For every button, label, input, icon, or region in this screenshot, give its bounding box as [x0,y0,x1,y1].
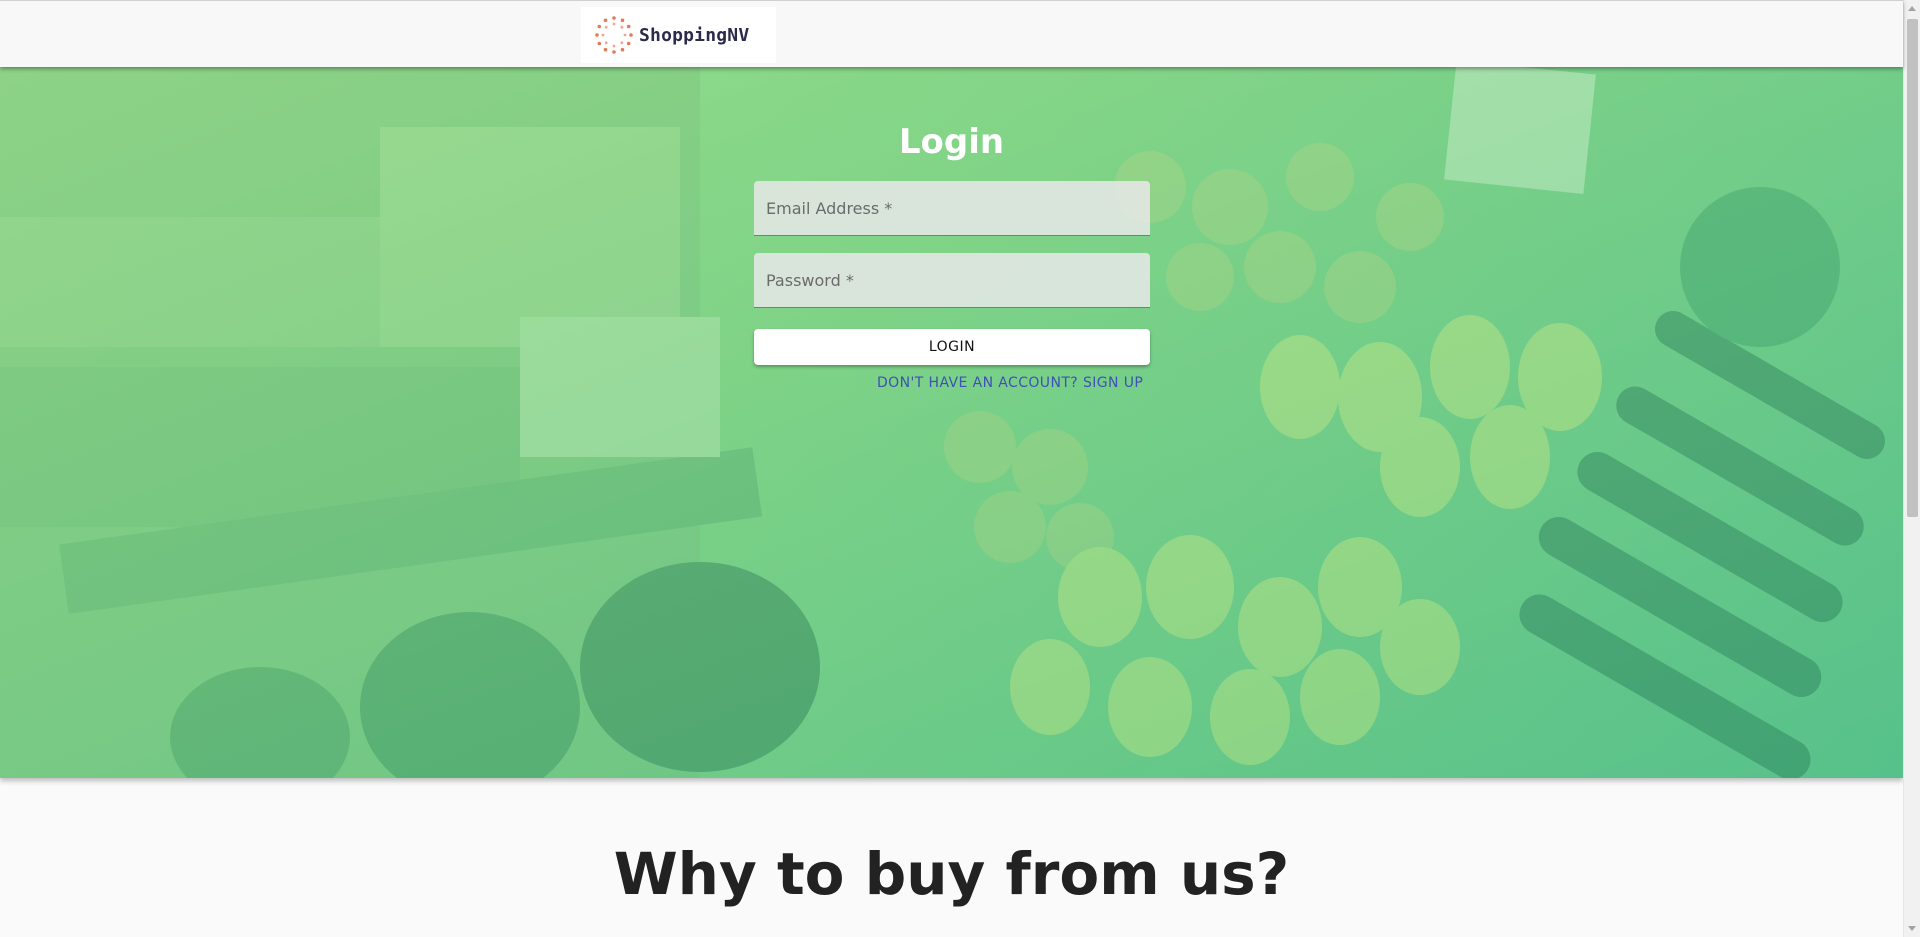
brand-logo[interactable]: ShoppingNV [581,7,776,63]
top-app-bar: ShoppingNV [0,0,1903,67]
email-field-container [754,181,1150,236]
dotted-circle-logo-icon [595,16,633,54]
password-field-container [754,253,1150,308]
brand-name: ShoppingNV [639,24,750,46]
hero-login-section: Login LOGIN DON'T HAVE AN ACCOUNT? SIGN … [0,67,1903,778]
produce-market-background-image [0,67,1903,778]
scroll-down-arrow-icon[interactable] [1908,926,1916,931]
scrollbar-thumb[interactable] [1907,19,1918,517]
login-title: Login [898,122,1005,162]
login-button[interactable]: LOGIN [754,329,1150,365]
password-input[interactable] [766,253,1138,307]
scroll-up-arrow-icon[interactable] [1908,6,1916,11]
why-buy-heading: Why to buy from us? [613,840,1290,908]
sign-up-link[interactable]: DON'T HAVE AN ACCOUNT? SIGN UP [877,375,1143,391]
vertical-scrollbar[interactable] [1903,0,1920,937]
email-input[interactable] [766,181,1138,235]
